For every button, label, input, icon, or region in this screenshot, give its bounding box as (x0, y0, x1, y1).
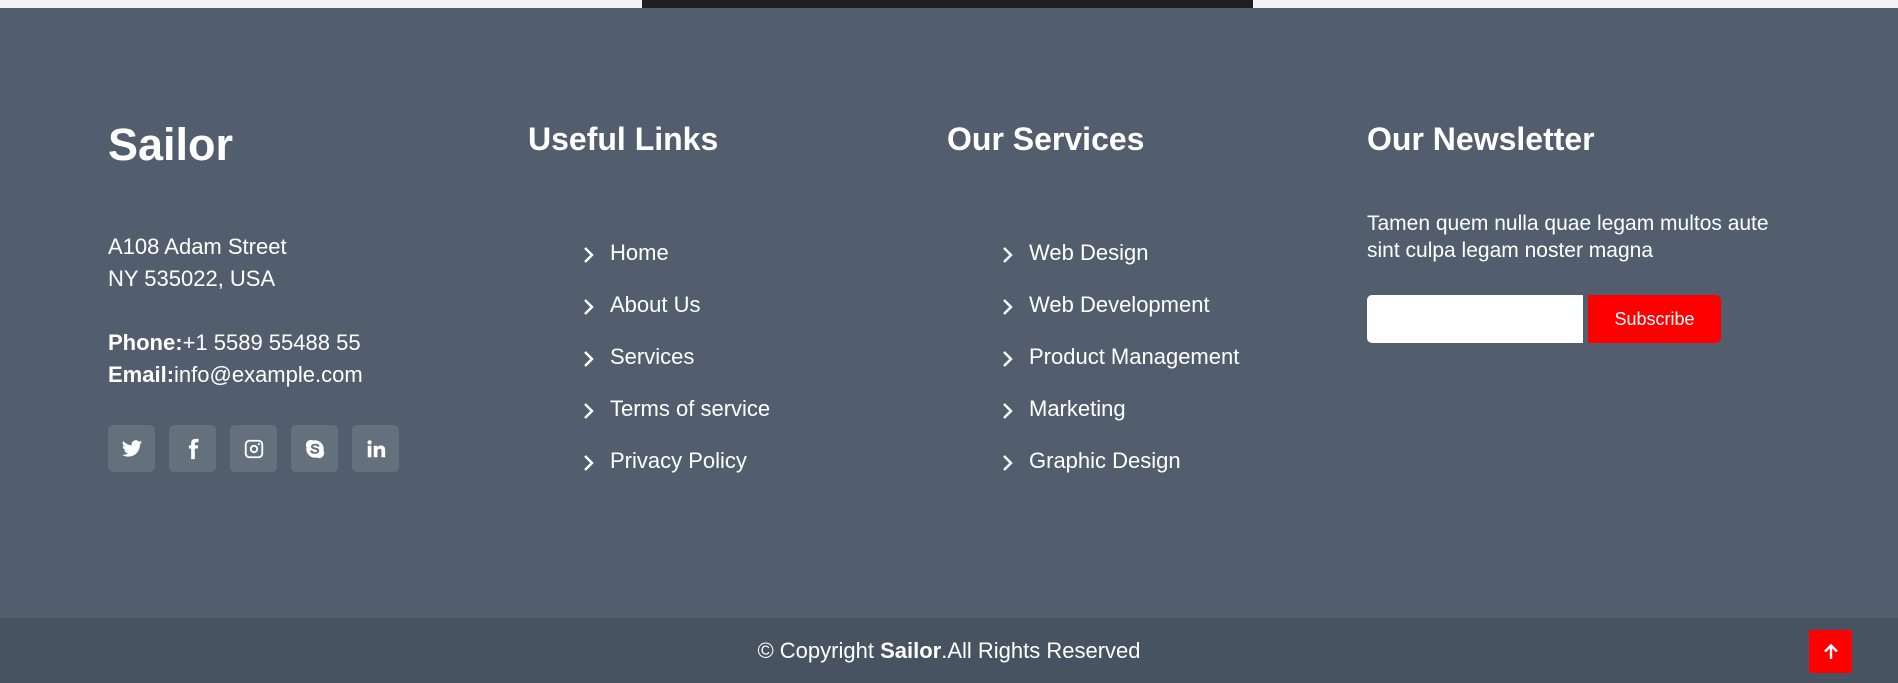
chevron-right-icon (1001, 244, 1015, 263)
footer-service-graphic-design[interactable]: Graphic Design (1001, 435, 1239, 487)
chevron-right-icon (582, 348, 596, 367)
linkedin-icon (366, 439, 385, 457)
phone-value: +1 5589 55488 55 (182, 330, 361, 355)
arrow-up-icon (1823, 643, 1838, 659)
footer-link-privacy[interactable]: Privacy Policy (582, 435, 770, 487)
footer-service-product-management[interactable]: Product Management (1001, 331, 1239, 383)
skype-link[interactable] (291, 425, 338, 472)
social-links (108, 425, 399, 472)
services-list: Web Design Web Development Product Manag… (1001, 227, 1239, 487)
footer-contact: Phone:+1 5589 55488 55 Email:info@exampl… (108, 327, 363, 391)
facebook-link[interactable] (169, 425, 216, 472)
link-label: Graphic Design (1029, 448, 1181, 473)
services-heading: Our Services (947, 121, 1145, 157)
subscribe-button[interactable]: Subscribe (1588, 295, 1721, 343)
phone-row: Phone:+1 5589 55488 55 (108, 327, 363, 359)
chevron-right-icon (582, 296, 596, 315)
phone-label: Phone: (108, 330, 183, 355)
newsletter-form: Subscribe (1367, 295, 1721, 343)
copyright-prefix: © Copyright (757, 637, 881, 663)
skype-icon (305, 439, 324, 458)
back-to-top-button[interactable] (1809, 630, 1852, 673)
link-label: Web Design (1029, 240, 1149, 265)
footer-service-web-development[interactable]: Web Development (1001, 279, 1239, 331)
chevron-right-icon (1001, 452, 1015, 471)
newsletter-text: Tamen quem nulla quae legam multos aute … (1367, 212, 1769, 262)
useful-links-list: Home About Us Services Terms of service … (582, 227, 770, 487)
footer-address: A108 Adam Street NY 535022, USA (108, 231, 287, 295)
email-row: Email:info@example.com (108, 359, 363, 391)
link-label: Home (610, 240, 669, 265)
link-label: About Us (610, 292, 701, 317)
linkedin-link[interactable] (352, 425, 399, 472)
address-line-1: A108 Adam Street (108, 234, 287, 259)
newsletter-email-input[interactable] (1367, 295, 1583, 343)
footer-link-terms[interactable]: Terms of service (582, 383, 770, 435)
address-line-2: NY 535022, USA (108, 266, 276, 291)
email-label: Email: (108, 362, 175, 387)
link-label: Terms of service (610, 396, 771, 421)
chevron-right-icon (1001, 296, 1015, 315)
footer-service-marketing[interactable]: Marketing (1001, 383, 1239, 435)
link-label: Marketing (1029, 396, 1126, 421)
copyright-bar: © Copyright Sailor.All Rights Reserved (0, 618, 1898, 683)
chevron-right-icon (582, 400, 596, 419)
facebook-icon (188, 438, 198, 459)
chevron-right-icon (582, 452, 596, 471)
twitter-icon (121, 439, 142, 457)
copyright-text: © Copyright Sailor.All Rights Reserved (757, 638, 1140, 664)
useful-links-heading: Useful Links (528, 121, 719, 157)
copyright-brand: Sailor (880, 637, 942, 663)
email-value: info@example.com (174, 362, 363, 387)
footer-service-web-design[interactable]: Web Design (1001, 227, 1239, 279)
twitter-link[interactable] (108, 425, 155, 472)
footer-link-about[interactable]: About Us (582, 279, 770, 331)
instagram-link[interactable] (230, 425, 277, 472)
link-label: Services (610, 344, 695, 369)
footer-brand: Sailor (108, 119, 234, 170)
chevron-right-icon (1001, 400, 1015, 419)
instagram-icon (244, 439, 263, 458)
hero-image-edge (642, 0, 1253, 8)
link-label: Web Development (1029, 292, 1210, 317)
chevron-right-icon (1001, 348, 1015, 367)
footer-link-home[interactable]: Home (582, 227, 770, 279)
newsletter-heading: Our Newsletter (1367, 121, 1595, 157)
copyright-suffix: .All Rights Reserved (941, 637, 1141, 663)
chevron-right-icon (582, 244, 596, 263)
link-label: Privacy Policy (610, 448, 747, 473)
link-label: Product Management (1029, 344, 1240, 369)
footer-link-services[interactable]: Services (582, 331, 770, 383)
